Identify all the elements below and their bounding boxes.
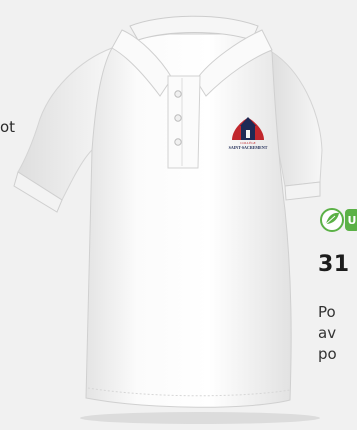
eco-badge: U <box>320 207 357 237</box>
product-description: Po av po <box>318 302 357 365</box>
description-line: Po <box>318 303 336 321</box>
description-line: av <box>318 324 337 342</box>
description-line: po <box>318 345 337 363</box>
product-price: 31 <box>318 252 350 277</box>
polo-shirt-image: COLLÈGE SAINT-SACREMENT <box>13 15 323 424</box>
logo-line2: SAINT-SACREMENT <box>229 145 268 150</box>
svg-text:U: U <box>348 214 357 227</box>
